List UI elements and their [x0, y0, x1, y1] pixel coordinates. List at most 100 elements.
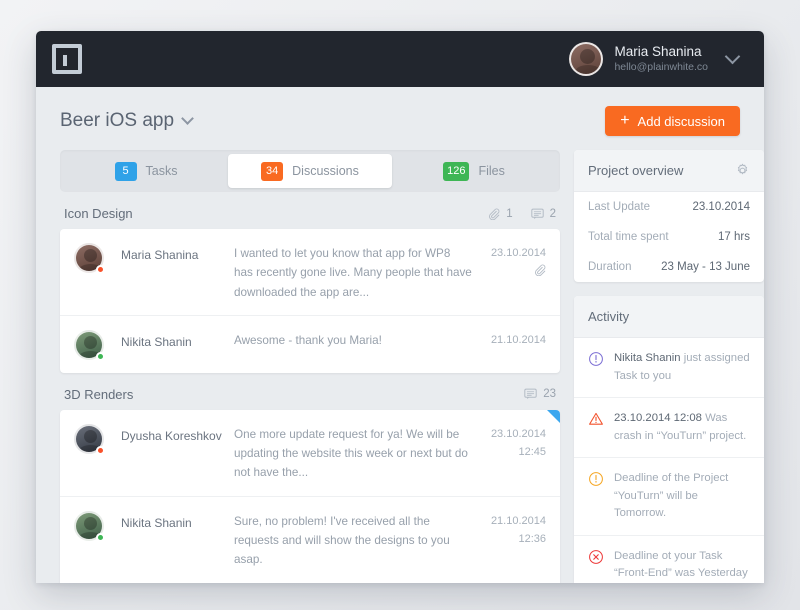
activity-text: Deadline ot your Task “Front-End” was Ye…: [614, 548, 750, 583]
group-title: 3D Renders: [64, 386, 134, 402]
list-item[interactable]: Deadline of the Project “YouTurn” will b…: [574, 458, 764, 536]
unread-flag-icon: [547, 409, 560, 423]
project-overview-panel: Project overview Last Update 23.10.2014 …: [574, 150, 764, 282]
tab-tasks-label: Tasks: [145, 164, 178, 178]
paperclip-icon: [489, 208, 500, 220]
tab-tasks[interactable]: 5 Tasks: [64, 154, 228, 188]
activity-text: Deadline of the Project “YouTurn” will b…: [614, 470, 750, 523]
discussion-card-icon-design: Maria Shanina I wanted to let you know t…: [60, 229, 560, 373]
user-menu[interactable]: Maria Shanina hello@plainwhite.co: [569, 42, 741, 76]
app-window: Maria Shanina hello@plainwhite.co Beer i…: [36, 31, 764, 583]
page-title: Beer iOS app: [60, 110, 175, 131]
message-attachment[interactable]: [480, 264, 546, 277]
group-header-icon-design: Icon Design 1 2: [60, 192, 560, 229]
add-discussion-label: Add discussion: [637, 113, 725, 129]
overview-value: 17 hrs: [718, 231, 750, 243]
warning-triangle-icon: [589, 412, 603, 425]
activity-panel: Activity Nikita Shanin just assigned Tas…: [574, 296, 764, 583]
list-item[interactable]: Deadline ot your Task “Front-End” was Ye…: [574, 536, 764, 584]
table-row[interactable]: Nikita Shanin Awesome - thank you Maria!…: [60, 316, 560, 373]
message-text: Sure, no problem! I've received all the …: [234, 514, 450, 567]
avatar: [74, 329, 105, 361]
overview-label: Last Update: [588, 201, 651, 213]
comment-icon: [530, 208, 544, 219]
x-circle-icon: [589, 549, 603, 564]
tab-discussions-count: 34: [261, 161, 284, 181]
add-discussion-button[interactable]: + Add discussion: [605, 106, 740, 136]
message-date: 23.10.2014: [490, 247, 546, 259]
message-date: 21.10.2014: [490, 514, 546, 527]
discussion-card-3d-renders: Dyusha Koreshkov One more update request…: [60, 409, 560, 583]
tab-files[interactable]: 126 Files: [392, 154, 556, 188]
table-row[interactable]: Maria Shanina I wanted to let you know t…: [60, 229, 560, 316]
activity-header: Activity: [574, 296, 764, 338]
table-row[interactable]: Nikita Shanin Sure, no problem! I've rec…: [60, 497, 560, 583]
page-header: Beer iOS app + Add discussion: [36, 87, 764, 136]
table-row[interactable]: Dyusha Koreshkov One more update request…: [60, 409, 560, 497]
avatar: [569, 42, 604, 76]
message-author: Maria Shanina: [121, 248, 199, 262]
message-time: 12:45: [518, 446, 546, 459]
content-columns: 5 Tasks 34 Discussions 126 Files Icon De…: [36, 136, 764, 583]
project-overview-header: Project overview: [574, 150, 764, 192]
message-time: 12:36: [518, 532, 546, 545]
overview-row: Last Update 23.10.2014: [574, 192, 764, 222]
message-text: Awesome - thank you Maria!: [234, 333, 382, 347]
tab-files-count: 126: [443, 161, 470, 181]
tab-files-label: Files: [478, 164, 505, 178]
overview-value: 23.10.2014: [692, 201, 750, 213]
user-name: Maria Shanina: [614, 43, 702, 59]
message-text: One more update request for ya! We will …: [234, 427, 468, 480]
message-author: Nikita Shanin: [121, 334, 192, 349]
main-column: 5 Tasks 34 Discussions 126 Files Icon De…: [60, 150, 560, 583]
comment-count: 2: [530, 208, 556, 220]
page-body: Beer iOS app + Add discussion 5 Tasks 34: [36, 87, 764, 583]
overview-label: Duration: [588, 261, 632, 273]
exclamation-circle-icon: [589, 352, 603, 366]
overview-row: Total time spent 17 hrs: [574, 222, 764, 252]
status-badge: [96, 532, 105, 542]
status-badge: [96, 351, 105, 361]
avatar: [74, 423, 105, 455]
overview-row: Duration 23 May - 13 June: [574, 252, 764, 282]
top-navigation-bar: Maria Shanina hello@plainwhite.co: [36, 31, 764, 87]
activity-rest: Deadline ot your Task “Front-End” was Ye…: [614, 549, 748, 580]
group-header-3d-renders: 3D Renders 23: [60, 373, 560, 410]
activity-strong: Nikita Shanin: [614, 352, 681, 364]
panel-title: Activity: [588, 309, 630, 324]
tab-bar: 5 Tasks 34 Discussions 126 Files: [60, 150, 560, 192]
overview-value: 23 May - 13 June: [661, 261, 750, 273]
tab-discussions[interactable]: 34 Discussions: [228, 154, 392, 188]
message-text: I wanted to let you know that app for WP…: [234, 247, 472, 299]
exclamation-circle-icon: [589, 472, 603, 486]
activity-text: 23.10.2014 12:08 Was crash in “YouTurn” …: [614, 410, 750, 445]
paperclip-icon: [535, 264, 546, 277]
overview-label: Total time spent: [588, 231, 669, 243]
list-item[interactable]: 23.10.2014 12:08 Was crash in “YouTurn” …: [574, 398, 764, 458]
status-badge: [96, 445, 105, 455]
chevron-down-icon[interactable]: [724, 48, 741, 65]
activity-text: Nikita Shanin just assigned Task to you: [614, 350, 750, 385]
chevron-down-icon[interactable]: [181, 112, 194, 125]
attachment-count: 1: [488, 208, 513, 220]
avatar: [74, 243, 105, 274]
message-author: Nikita Shanin: [121, 515, 192, 530]
activity-rest: Deadline of the Project “YouTurn” will b…: [614, 472, 729, 519]
comment-count: 23: [524, 388, 556, 400]
bracket-logo-icon[interactable]: [52, 44, 82, 74]
message-date: 21.10.2014: [490, 333, 546, 346]
sidebar: Project overview Last Update 23.10.2014 …: [574, 150, 764, 583]
avatar: [74, 510, 105, 542]
tab-discussions-label: Discussions: [292, 164, 359, 178]
project-switcher[interactable]: Beer iOS app: [60, 110, 194, 132]
comment-icon: [524, 389, 537, 400]
message-author: Dyusha Koreshkov: [121, 428, 222, 443]
gear-icon[interactable]: [735, 163, 750, 178]
plus-icon: +: [620, 111, 630, 129]
list-item[interactable]: Nikita Shanin just assigned Task to you: [574, 338, 764, 398]
message-date: 23.10.2014: [490, 427, 546, 440]
activity-strong: 23.10.2014 12:08: [614, 412, 702, 424]
group-title: Icon Design: [64, 206, 133, 221]
user-email: hello@plainwhite.co: [614, 61, 708, 74]
status-badge: [96, 265, 105, 274]
